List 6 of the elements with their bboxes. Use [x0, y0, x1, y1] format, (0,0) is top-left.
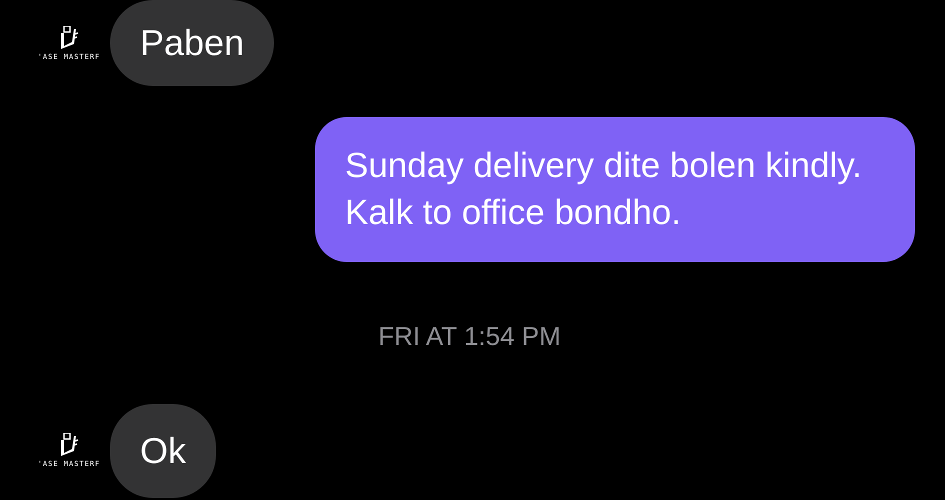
- logo-icon: [58, 26, 80, 50]
- timestamp: FRI AT 1:54 PM: [378, 320, 561, 352]
- message-bubble: Paben: [110, 0, 274, 86]
- logo-icon: [58, 433, 80, 457]
- message-bubble: Sunday delivery dite bolen kindly. Kalk to office bondho.: [315, 117, 915, 262]
- message-bubble: Ok: [110, 404, 216, 498]
